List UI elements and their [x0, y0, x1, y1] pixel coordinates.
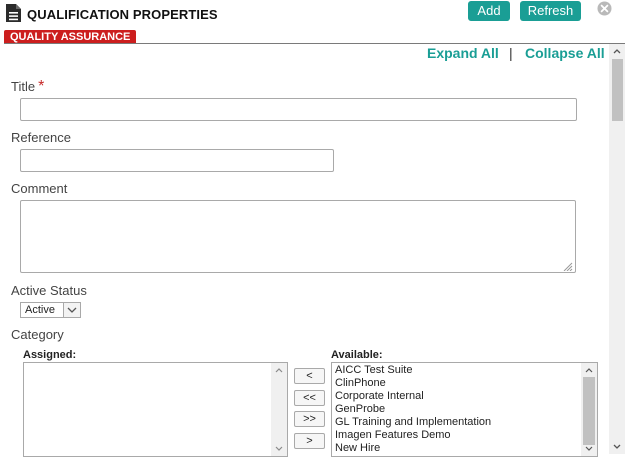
- active-status-label: Active Status: [11, 283, 87, 298]
- title-label-text: Title: [11, 79, 36, 94]
- title-input[interactable]: [20, 98, 577, 121]
- scroll-down-icon[interactable]: [581, 442, 597, 455]
- header-divider: [4, 43, 625, 44]
- available-label: Available:: [331, 349, 383, 361]
- active-status-select[interactable]: Active: [20, 302, 81, 318]
- assigned-items: [24, 363, 287, 364]
- available-scroll-thumb[interactable]: [583, 377, 595, 445]
- list-item[interactable]: AICC Test Suite: [335, 364, 597, 377]
- list-item[interactable]: GL Training and Implementation: [335, 416, 597, 429]
- link-separator: |: [509, 45, 513, 61]
- page-scroll-thumb[interactable]: [612, 59, 623, 121]
- close-icon[interactable]: [597, 1, 612, 16]
- scroll-up-icon[interactable]: [581, 364, 597, 377]
- collapse-all-link[interactable]: Collapse All: [525, 45, 605, 61]
- available-list[interactable]: AICC Test Suite ClinPhone Corporate Intern…: [331, 362, 598, 457]
- assigned-label: Assigned:: [23, 349, 77, 361]
- move-right-button[interactable]: >: [294, 433, 325, 449]
- list-item[interactable]: Corporate Internal: [335, 390, 597, 403]
- title-label: Title *: [11, 78, 44, 96]
- comment-label: Comment: [11, 181, 68, 196]
- chevron-down-icon: [63, 303, 80, 317]
- scroll-down-icon[interactable]: [271, 442, 287, 455]
- list-item[interactable]: Imagen Features Demo: [335, 429, 597, 442]
- list-item[interactable]: ClinPhone: [335, 377, 597, 390]
- comment-textarea[interactable]: [20, 200, 576, 273]
- quality-assurance-badge: QUALITY ASSURANCE: [4, 30, 137, 44]
- assigned-list[interactable]: [23, 362, 288, 457]
- page-title: QUALIFICATION PROPERTIES: [27, 7, 218, 22]
- resize-grip-icon[interactable]: [563, 262, 573, 271]
- page-scrollbar[interactable]: [609, 44, 625, 454]
- available-scrollbar[interactable]: [581, 363, 597, 456]
- move-all-right-button[interactable]: >>: [294, 411, 325, 427]
- active-status-value: Active: [25, 304, 55, 316]
- required-marker: *: [38, 78, 45, 95]
- available-items: AICC Test Suite ClinPhone Corporate Intern…: [332, 363, 597, 455]
- add-button[interactable]: Add: [468, 1, 510, 21]
- reference-label: Reference: [11, 130, 71, 145]
- move-left-button[interactable]: <: [294, 368, 325, 384]
- move-all-left-button[interactable]: <<: [294, 390, 325, 406]
- scroll-up-icon[interactable]: [271, 364, 287, 377]
- expand-all-link[interactable]: Expand All: [427, 45, 499, 61]
- reference-input[interactable]: [20, 149, 334, 172]
- assigned-scrollbar[interactable]: [271, 363, 287, 456]
- scroll-down-icon[interactable]: [609, 440, 625, 453]
- scroll-up-icon[interactable]: [609, 45, 625, 58]
- category-label: Category: [11, 327, 64, 342]
- list-item[interactable]: New Hire: [335, 442, 597, 455]
- refresh-button[interactable]: Refresh: [520, 1, 581, 21]
- document-icon: [6, 4, 21, 22]
- list-item[interactable]: GenProbe: [335, 403, 597, 416]
